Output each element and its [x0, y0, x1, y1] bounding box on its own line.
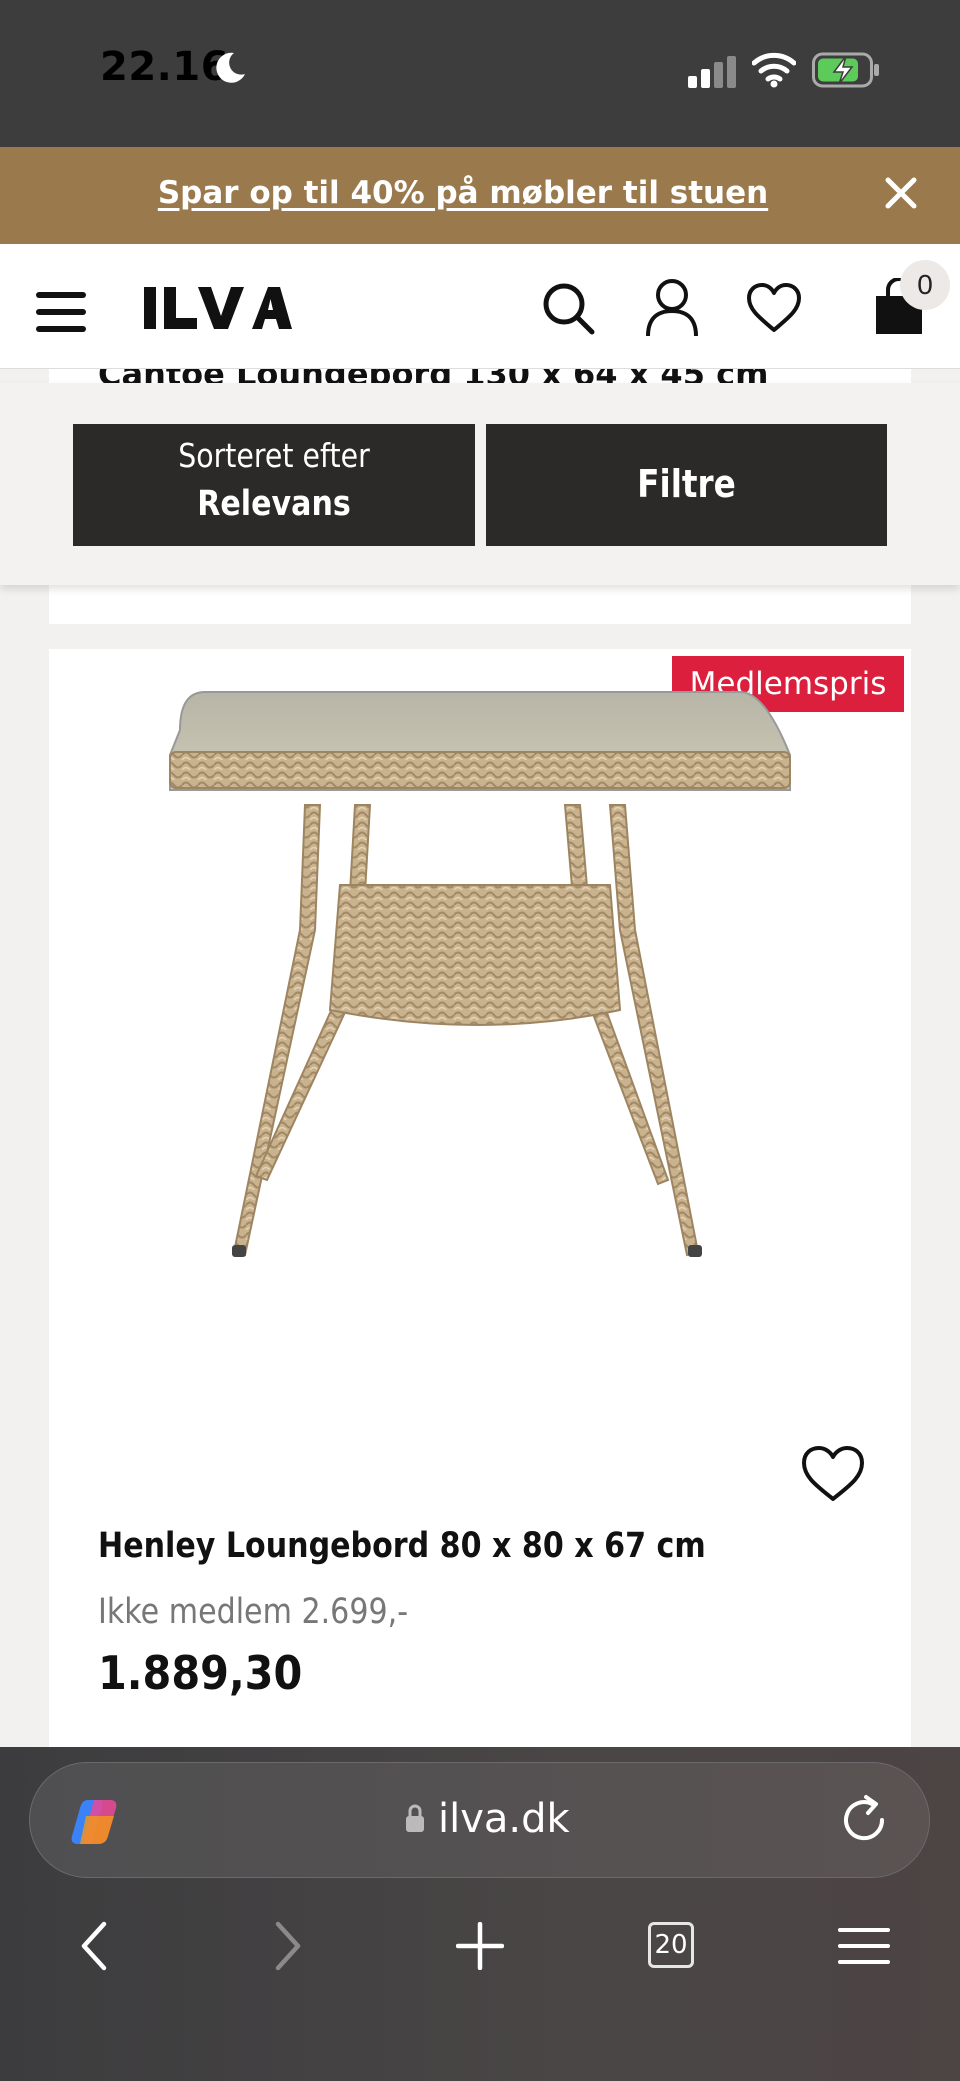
sort-label: Sorteret efter — [178, 436, 370, 475]
tabs-icon[interactable]: 20 — [648, 1922, 694, 1968]
filter-label: Filtre — [637, 462, 736, 506]
promo-banner[interactable]: Spar op til 40% på møbler til stuen — [0, 147, 960, 244]
product-name[interactable]: Henley Loungebord 80 x 80 x 67 cm — [98, 1526, 706, 1566]
filter-button[interactable]: Filtre — [486, 424, 887, 546]
copilot-icon[interactable] — [68, 1796, 124, 1848]
search-icon[interactable] — [540, 280, 596, 336]
account-icon[interactable] — [644, 278, 700, 338]
member-price: 1.889,30 — [98, 1646, 303, 1700]
cart-count-badge[interactable]: 0 — [900, 260, 950, 310]
ilva-logo[interactable] — [142, 281, 292, 335]
forward-icon[interactable] — [268, 1918, 308, 1974]
wifi-icon — [752, 52, 796, 88]
close-icon[interactable] — [884, 176, 918, 210]
sort-button[interactable]: Sorteret efter Relevans — [73, 424, 475, 546]
product-image[interactable] — [150, 680, 810, 1280]
reload-icon[interactable] — [838, 1794, 890, 1846]
hamburger-menu-icon[interactable] — [36, 290, 86, 334]
moon-icon — [216, 52, 245, 83]
wishlist-heart-icon[interactable] — [746, 282, 802, 334]
sort-value: Relevans — [197, 484, 351, 524]
non-member-price: Ikke medlem 2.699,- — [98, 1592, 409, 1632]
promo-link[interactable]: Spar op til 40% på møbler til stuen — [0, 175, 926, 211]
signal-icon — [688, 56, 736, 88]
back-icon[interactable] — [74, 1918, 114, 1974]
status-time: 22.16 — [100, 44, 230, 90]
lock-icon — [406, 1804, 424, 1832]
battery-charging-icon — [812, 52, 879, 88]
wishlist-heart-icon[interactable] — [800, 1444, 866, 1504]
new-tab-icon[interactable] — [456, 1922, 504, 1970]
browser-menu-icon[interactable] — [838, 1926, 890, 1966]
url-text[interactable]: ilva.dk — [438, 1796, 570, 1842]
